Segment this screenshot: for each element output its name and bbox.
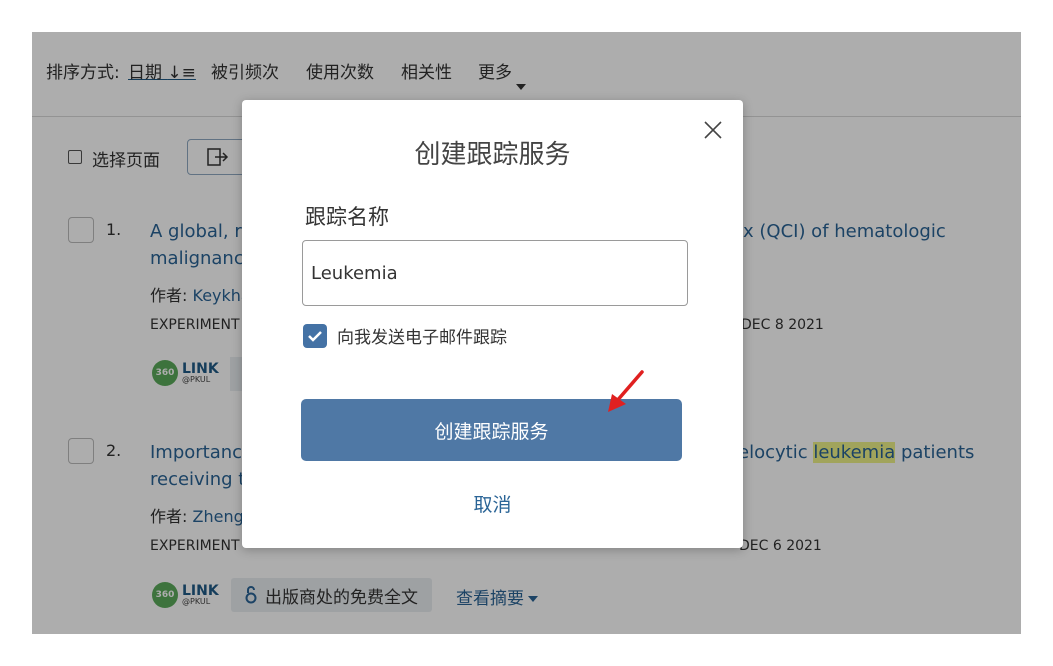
dialog-title: 创建跟踪服务	[414, 140, 571, 170]
email-alert-option[interactable]: 向我发送电子邮件跟踪	[303, 323, 507, 348]
create-alert-dialog: 创建跟踪服务 跟踪名称 向我发送电子邮件跟踪 创建跟踪服务 取消	[242, 100, 743, 548]
alert-name-input[interactable]	[302, 240, 688, 306]
red-pointer-arrow-icon	[608, 370, 644, 412]
cancel-button[interactable]: 取消	[242, 490, 743, 517]
alert-name-label: 跟踪名称	[305, 205, 389, 229]
email-alert-label: 向我发送电子邮件跟踪	[337, 328, 507, 348]
email-alert-checkbox[interactable]	[303, 323, 327, 348]
checkmark-icon	[308, 330, 322, 342]
